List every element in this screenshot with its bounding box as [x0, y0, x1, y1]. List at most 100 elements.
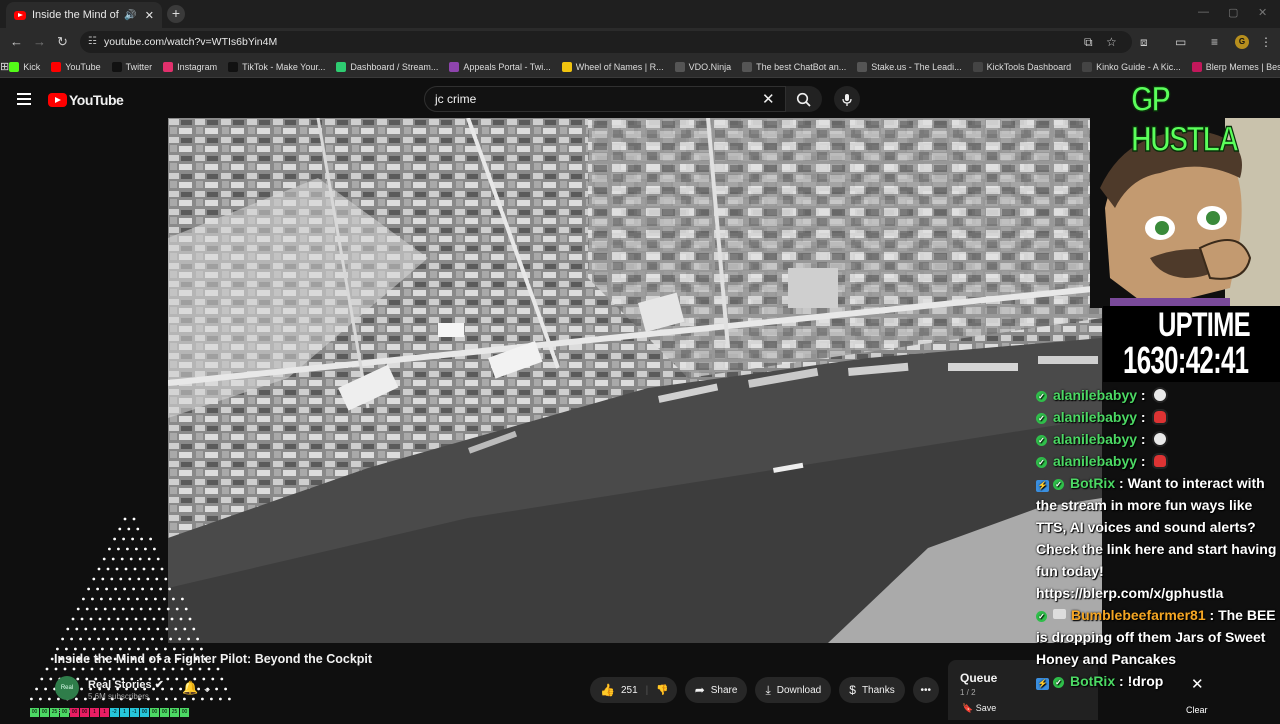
stat-square: 00 [150, 708, 159, 717]
bookmark-item[interactable]: Blerp Memes | Best... [1191, 61, 1280, 72]
url-text: youtube.com/watch?v=WTIs6bYin4M [104, 36, 278, 48]
bell-icon[interactable]: 🔔 ⌄ [182, 680, 213, 696]
bookmark-item[interactable]: Stake.us - The Leadi... [857, 61, 962, 72]
bookmark-label: Blerp Memes | Best... [1205, 61, 1280, 72]
download-label: Download [776, 684, 822, 696]
bookmark-label: Wheel of Names | R... [575, 61, 664, 72]
chat-message: ✓ Bumblebeefarmer81 : The BEE is dropping… [1036, 607, 1276, 667]
close-tab-icon[interactable]: ✕ [145, 9, 154, 22]
chat-username: alanilebabyy [1053, 453, 1138, 469]
bookmark-label: VDO.Ninja [688, 61, 732, 72]
rose-emote-icon [1151, 409, 1168, 425]
clear-queue-button[interactable]: Clear [1186, 705, 1208, 715]
video-player[interactable] [168, 118, 1102, 643]
cast-icon[interactable]: ▭ [1175, 35, 1186, 49]
chat-username: BotRix [1070, 673, 1116, 689]
bookmark-favicon-icon [9, 61, 20, 72]
verified-check-icon: ✓ [1053, 479, 1064, 490]
verified-check-icon: ✓ [1036, 457, 1047, 468]
bookmark-item[interactable]: TikTok - Make Your... [228, 61, 326, 72]
thanks-button[interactable]: $ Thanks [839, 677, 905, 703]
new-tab-button[interactable]: + [167, 5, 185, 23]
youtube-logo[interactable]: YouTube [48, 92, 124, 108]
stat-square: 00 [180, 708, 189, 717]
overlay-stat-squares: 00 00 25 00 00 00 1 1 -2 1 -1 00 00 00 25 00 [30, 708, 190, 717]
thanks-icon: $ [849, 683, 856, 697]
address-bar[interactable]: ☷ youtube.com/watch?v=WTIs6bYin4M [80, 31, 1132, 53]
chat-message: ✓ alanilebabyy : [1036, 428, 1280, 450]
bookmark-item[interactable]: Dashboard / Stream... [336, 61, 438, 72]
speaker-icon[interactable]: 🔊 [124, 10, 136, 21]
save-label: Save [975, 703, 997, 713]
browser-tab-strip: Inside the Mind of a Fighter 🔊 ✕ + — ▢ ✕ [0, 0, 1280, 28]
more-actions-button[interactable]: ••• [912, 677, 939, 703]
browser-menu-icon[interactable]: ⋮ [1260, 35, 1272, 49]
window-close-icon[interactable]: ✕ [1258, 6, 1267, 19]
uptime-value: 1630:42:41 [1123, 340, 1249, 382]
forward-icon[interactable]: → [33, 34, 46, 49]
chat-message: ✓ alanilebabyy : [1036, 406, 1280, 428]
bookmark-favicon-icon [449, 61, 460, 72]
share-button[interactable]: ➦ Share [684, 677, 748, 703]
bot-badge-icon: ⚡ [1036, 678, 1049, 690]
clear-search-icon[interactable]: ✕ [762, 90, 775, 108]
channel-name[interactable]: Real Stories ✔ [88, 678, 164, 691]
thumbs-down-icon[interactable]: 👎 [656, 685, 668, 696]
channel-name-text: Real Stories [88, 679, 152, 691]
reload-icon[interactable]: ↻ [57, 34, 68, 50]
bookmark-item[interactable]: Kick [9, 61, 40, 72]
stream-chat: ✓ alanilebabyy : ✓ alanilebabyy : ✓ alanile… [1036, 384, 1280, 692]
bookmark-item[interactable]: Kinko Guide - A Kic... [1082, 61, 1181, 72]
bot-badge-icon: ⚡ [1036, 480, 1049, 492]
voice-search-button[interactable] [834, 86, 860, 112]
search-icon [796, 92, 811, 107]
moderator-badge-icon [1053, 609, 1066, 619]
bookmark-item[interactable]: KickTools Dashboard [972, 61, 1071, 72]
bookmark-item[interactable]: Appeals Portal - Twi... [449, 61, 551, 72]
save-button[interactable]: 🔖 Save [962, 703, 996, 714]
bookmark-star-icon[interactable]: ☆ [1106, 35, 1117, 49]
download-button[interactable]: ⤓ Download [755, 677, 832, 703]
stat-square: -2 [110, 708, 119, 717]
menu-icon[interactable] [17, 93, 31, 108]
channel-avatar[interactable]: Real Stories [55, 676, 79, 715]
back-icon[interactable]: ← [10, 34, 23, 49]
bookmark-label: TikTok - Make Your... [242, 61, 326, 72]
browser-tab-active[interactable]: Inside the Mind of a Fighter 🔊 ✕ [6, 2, 162, 28]
chat-text: Want to interact with the stream in more… [1036, 475, 1277, 601]
bookmark-item[interactable]: Wheel of Names | R... [561, 61, 664, 72]
profile-avatar[interactable]: G [1235, 35, 1249, 49]
restore-icon[interactable]: ▢ [1228, 6, 1238, 19]
bookmark-favicon-icon [228, 61, 239, 72]
thumbs-up-icon: 👍 [600, 683, 615, 697]
bookmark-icon: 🔖 [962, 703, 974, 713]
stat-square: 00 [140, 708, 149, 717]
bookmark-favicon-icon [1191, 61, 1202, 72]
bookmark-favicon-icon [857, 61, 868, 72]
stat-square: 25 [170, 708, 179, 717]
media-controls-icon[interactable]: ≡ [1211, 35, 1218, 49]
bookmark-label: Stake.us - The Leadi... [871, 61, 962, 72]
like-button[interactable]: 👍 251 | 👎 [590, 677, 677, 703]
bookmark-item[interactable]: Instagram [163, 61, 217, 72]
bookmark-item[interactable]: The best ChatBot an... [742, 61, 846, 72]
site-info-icon[interactable]: ☷ [88, 31, 97, 53]
search-input[interactable]: jc crime [424, 86, 786, 112]
bookmark-item[interactable]: Twitter [111, 61, 152, 72]
install-app-icon[interactable]: ⧉ [1084, 35, 1093, 50]
stat-square: -1 [130, 708, 139, 717]
stat-square: 00 [160, 708, 169, 717]
youtube-play-icon [48, 93, 67, 107]
streamer-name-overlay: GP HUSTLA [1130, 79, 1239, 160]
extensions-icon[interactable]: ⧈ [1140, 35, 1148, 50]
bookmark-item[interactable]: YouTube [51, 61, 101, 72]
search-button[interactable] [786, 86, 822, 112]
verified-check-icon: ✓ [1053, 677, 1064, 688]
browser-toolbar: ← → ↻ ☷ youtube.com/watch?v=WTIs6bYin4M … [0, 28, 1280, 56]
stat-square: 00 [60, 708, 69, 717]
bookmark-item[interactable]: VDO.Ninja [674, 61, 732, 72]
video-title: Inside the Mind of a Fighter Pilot: Beyo… [54, 652, 373, 666]
minimize-icon[interactable]: — [1198, 6, 1209, 18]
apps-grid-icon[interactable]: ⊞ [0, 60, 9, 73]
bookmark-favicon-icon [111, 61, 122, 72]
